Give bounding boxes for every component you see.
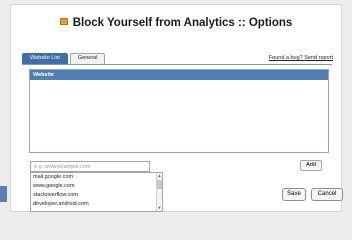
options-dialog: Block Yourself from Analytics :: Options… — [10, 4, 343, 212]
cancel-button[interactable]: Cancel — [311, 188, 343, 201]
list-item[interactable]: www.google.com — [31, 182, 162, 191]
add-button[interactable]: Add — [300, 160, 322, 171]
tab-bar: Website List General — [22, 53, 107, 64]
website-table: Website — [29, 69, 329, 153]
save-button[interactable]: Save — [282, 188, 306, 201]
bug-report-link[interactable]: Found a bug? Send report — [269, 55, 333, 61]
scroll-down-icon[interactable]: ▼ — [157, 205, 162, 211]
dropdown-scrollbar[interactable]: ▲ ▼ — [156, 173, 162, 211]
page-title-row: Block Yourself from Analytics :: Options — [11, 17, 341, 29]
list-item[interactable]: developer.android.com — [31, 200, 162, 209]
page-title: Block Yourself from Analytics :: Options — [72, 17, 293, 29]
tab-general[interactable]: General — [69, 53, 106, 64]
tab-divider — [22, 64, 332, 65]
tab-website-list[interactable]: Website List — [22, 53, 68, 64]
list-item[interactable]: mail.google.com — [31, 173, 162, 182]
list-item[interactable]: stackoverflow.com — [31, 191, 162, 200]
table-column-header: Website — [30, 70, 328, 80]
extension-icon — [59, 18, 68, 25]
autocomplete-dropdown[interactable]: mail.google.com www.google.com stackover… — [30, 172, 163, 212]
side-tab-indicator — [0, 186, 7, 202]
website-input[interactable] — [30, 161, 150, 172]
scroll-up-icon[interactable]: ▲ — [157, 173, 162, 179]
scroll-thumb[interactable] — [157, 180, 162, 189]
